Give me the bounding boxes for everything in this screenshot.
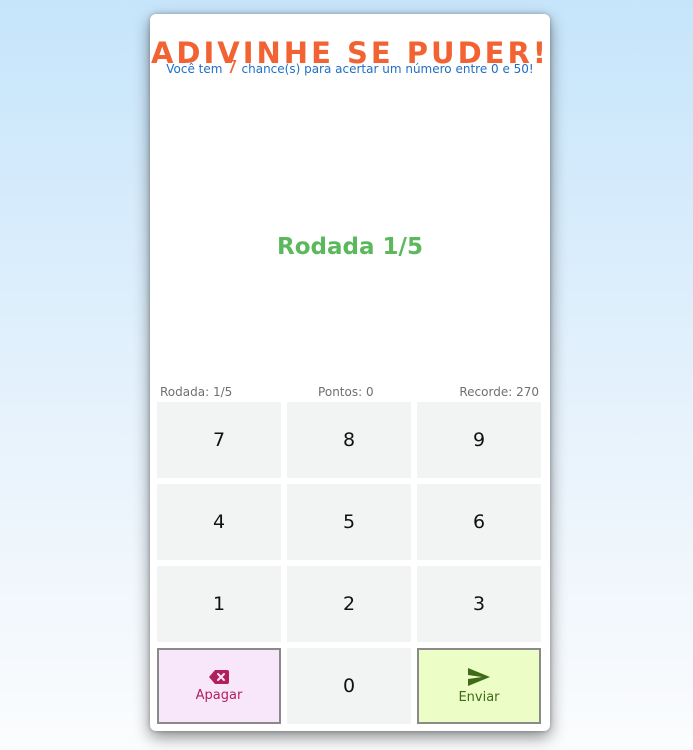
key-9[interactable]: 9 bbox=[417, 402, 541, 478]
instructions-suffix: chance(s) para acertar um número entre 0… bbox=[237, 62, 534, 76]
submit-button[interactable]: Enviar bbox=[417, 648, 541, 724]
round-counter: Rodada: 1/5 bbox=[160, 385, 233, 399]
key-0[interactable]: 0 bbox=[287, 648, 411, 724]
key-8[interactable]: 8 bbox=[287, 402, 411, 478]
instructions-prefix: Você tem bbox=[166, 62, 227, 76]
chances-count: 7 bbox=[226, 57, 238, 78]
points-counter: Pontos: 0 bbox=[318, 385, 374, 399]
delete-button[interactable]: Apagar bbox=[157, 648, 281, 724]
key-4[interactable]: 4 bbox=[157, 484, 281, 560]
key-6[interactable]: 6 bbox=[417, 484, 541, 560]
key-2[interactable]: 2 bbox=[287, 566, 411, 642]
key-7[interactable]: 7 bbox=[157, 402, 281, 478]
record-counter: Recorde: 270 bbox=[459, 385, 539, 399]
stats-bar: Rodada: 1/5 Pontos: 0 Recorde: 270 bbox=[160, 385, 539, 399]
key-3[interactable]: 3 bbox=[417, 566, 541, 642]
backspace-icon bbox=[209, 669, 229, 684]
delete-label: Apagar bbox=[195, 687, 243, 703]
round-heading: Rodada 1/5 bbox=[277, 234, 423, 260]
game-card: ADIVINHE SE PUDER! Você tem 7 chance(s) … bbox=[150, 14, 550, 731]
key-5[interactable]: 5 bbox=[287, 484, 411, 560]
instructions-text: Você tem 7 chance(s) para acertar um núm… bbox=[150, 59, 550, 78]
submit-label: Enviar bbox=[458, 689, 500, 705]
key-1[interactable]: 1 bbox=[157, 566, 281, 642]
send-icon bbox=[468, 667, 490, 686]
